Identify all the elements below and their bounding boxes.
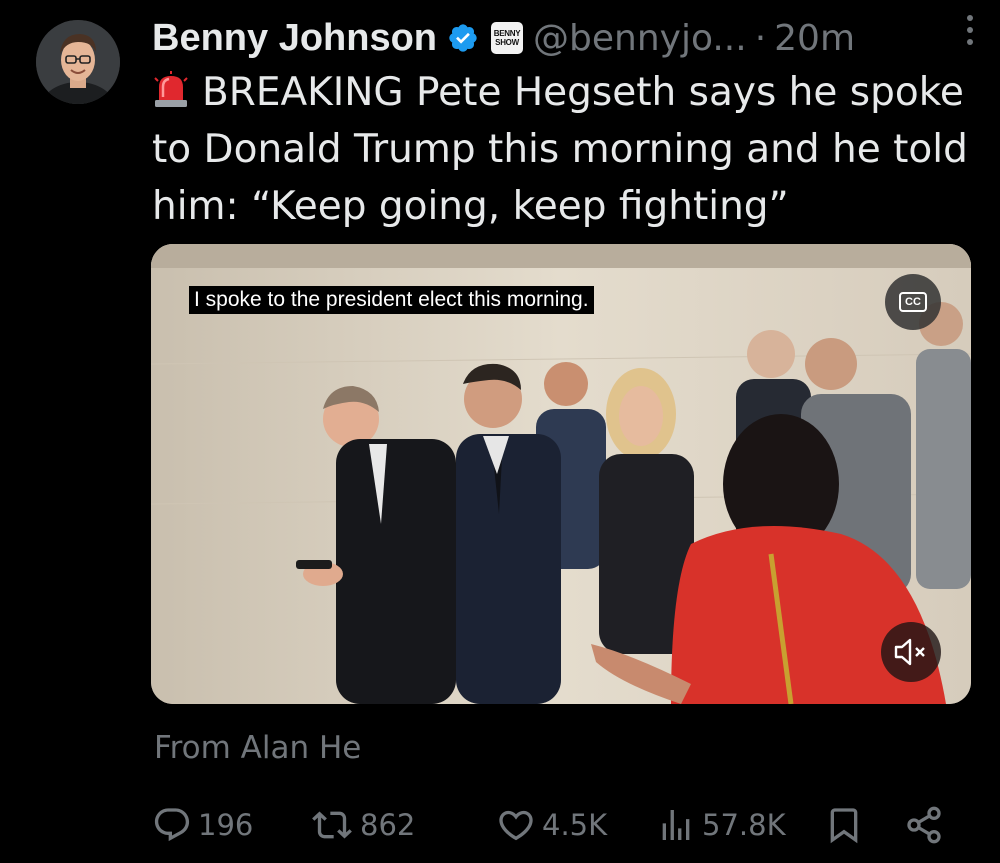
author-name[interactable]: Benny Johnson <box>152 17 437 60</box>
video-source-attribution[interactable]: From Alan He <box>154 730 361 766</box>
unmute-button[interactable] <box>881 622 941 682</box>
views-chart-icon <box>662 810 690 840</box>
share-icon <box>907 806 941 844</box>
video-player[interactable]: I spoke to the president elect this morn… <box>151 244 971 704</box>
bookmark-icon <box>830 808 858 844</box>
closed-captions-button[interactable]: CC <box>885 274 941 330</box>
repost-button[interactable]: 862 <box>310 798 415 852</box>
reply-button[interactable]: 196 <box>152 798 253 852</box>
tweet-actions: 196 862 4.5K 57.8K <box>152 798 952 852</box>
police-siren-icon <box>154 71 188 107</box>
reply-icon <box>154 808 190 842</box>
tweet-body: BREAKING Pete Hegseth says he spoke to D… <box>152 70 968 229</box>
like-count: 4.5K <box>542 808 608 842</box>
view-count: 57.8K <box>702 808 786 842</box>
ellipsis-vertical-icon <box>967 15 973 21</box>
reply-count: 196 <box>198 808 254 842</box>
author-handle[interactable]: @bennyjo... <box>533 18 747 59</box>
video-caption: I spoke to the president elect this morn… <box>189 286 594 314</box>
views-button[interactable]: 57.8K <box>656 798 786 852</box>
like-button[interactable]: 4.5K <box>496 798 607 852</box>
avatar[interactable] <box>36 20 120 104</box>
timestamp[interactable]: 20m <box>774 18 855 59</box>
heart-icon <box>499 810 533 841</box>
bookmark-button[interactable] <box>824 798 864 852</box>
avatar-image <box>36 20 120 104</box>
tweet-header: Benny Johnson BENNY SHOW @bennyjo... · 20… <box>152 12 972 64</box>
cc-icon: CC <box>899 292 927 312</box>
affiliate-badge-text: BENNY SHOW <box>493 29 521 47</box>
time-separator: · <box>754 17 767 59</box>
share-button[interactable] <box>904 798 944 852</box>
tweet-text: BREAKING Pete Hegseth says he spoke to D… <box>152 64 972 235</box>
more-options-button[interactable] <box>950 10 990 50</box>
speaker-muted-icon <box>894 638 925 666</box>
repost-icon <box>312 811 352 839</box>
repost-count: 862 <box>360 808 416 842</box>
affiliate-badge[interactable]: BENNY SHOW <box>491 22 524 54</box>
verified-badge-icon[interactable] <box>447 22 479 54</box>
